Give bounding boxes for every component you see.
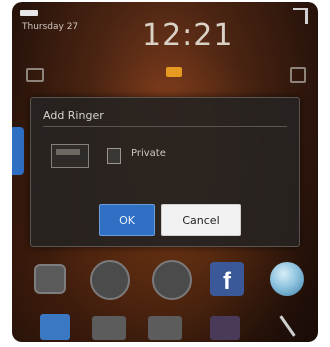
signal-icon [293, 8, 308, 24]
dialog-title: Add Ringer [43, 106, 287, 127]
calendar-icon[interactable] [40, 314, 70, 340]
tone-field[interactable] [51, 144, 89, 168]
messages-icon[interactable] [92, 316, 126, 340]
app-row-2 [12, 310, 318, 342]
ok-button[interactable]: OK [99, 204, 155, 236]
clock: 12:21 [142, 18, 234, 53]
app-row-1: f [12, 260, 318, 300]
side-tab[interactable] [12, 127, 24, 175]
globe-icon[interactable] [270, 262, 304, 296]
camera-icon[interactable] [34, 264, 66, 294]
app-icon[interactable] [210, 316, 240, 340]
notification-row [12, 64, 318, 84]
browser-icon[interactable] [152, 260, 192, 300]
mail-icon[interactable] [26, 68, 44, 82]
cancel-button[interactable]: Cancel [161, 204, 241, 236]
clock-icon[interactable] [90, 260, 130, 300]
search-icon[interactable] [290, 67, 306, 83]
add-ringer-dialog: Add Ringer Private OK Cancel [30, 97, 300, 247]
field-value [56, 149, 80, 155]
facebook-icon[interactable]: f [210, 262, 244, 296]
phone-screen: Thursday 27 12:21 Add Ringer Private OK … [12, 2, 318, 342]
option-row: Private [51, 144, 283, 168]
date-label: Thursday 27 [22, 22, 79, 32]
private-checkbox[interactable] [107, 148, 121, 164]
battery-icon [20, 10, 38, 16]
private-label: Private [131, 148, 166, 159]
media-icon[interactable] [148, 316, 182, 340]
status-bar: Thursday 27 12:21 [12, 2, 318, 53]
notification-icon[interactable] [166, 67, 182, 77]
tools-icon[interactable] [278, 314, 298, 338]
